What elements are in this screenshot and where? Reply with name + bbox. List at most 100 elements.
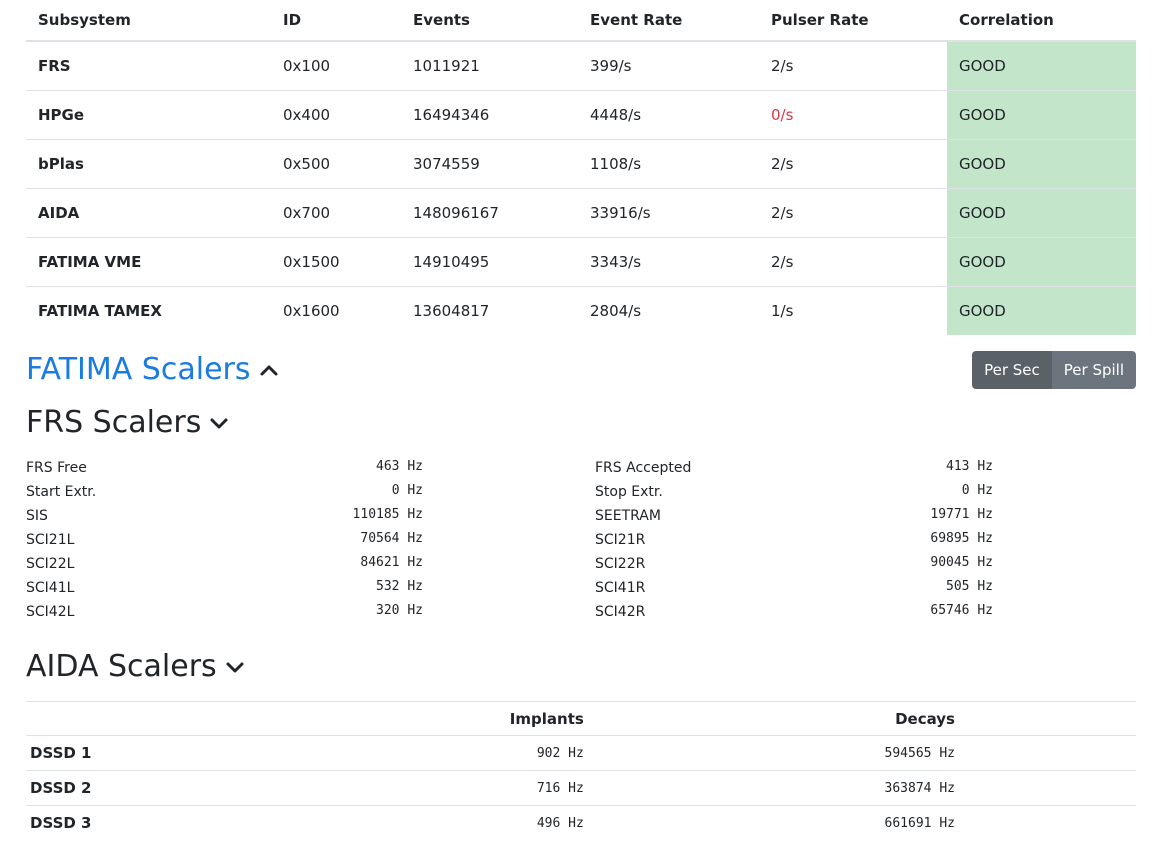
aida-scalers-title: AIDA Scalers: [26, 649, 217, 684]
dssd-name: DSSD 2: [26, 770, 501, 806]
table-row: AIDA 0x700 148096167 33916/s 2/s GOOD: [26, 188, 1136, 238]
subsystem-pulser-rate: 2/s: [759, 237, 947, 287]
table-row: HPGe 0x400 16494346 4448/s 0/s GOOD: [26, 90, 1136, 140]
header-implants: Implants: [500, 702, 588, 736]
subsystem-events: 1011921: [401, 41, 578, 91]
spacer-cell: [958, 770, 1136, 806]
subsystem-events: 148096167: [401, 188, 578, 238]
subsystem-name: HPGe: [26, 90, 271, 140]
scaler-value: 70564 Hz: [360, 531, 423, 546]
subsystem-id: 0x1500: [271, 237, 401, 287]
implants-value: 496 Hz: [536, 815, 584, 831]
chevron-down-icon: [226, 662, 244, 672]
header-id: ID: [271, 0, 401, 42]
scaler-label: SCI22L: [26, 556, 75, 572]
subsystem-pulser-rate: 2/s: [759, 41, 947, 91]
scaler-label: SCI41R: [595, 580, 646, 596]
scaler-value: 65746 Hz: [930, 603, 993, 618]
scaler-label: Start Extr.: [26, 484, 97, 500]
subsystem-name: FATIMA VME: [26, 237, 271, 287]
scaler-row: SCI41L 532 Hz SCI41R 505 Hz: [26, 577, 1136, 601]
subsystem-name: FATIMA TAMEX: [38, 302, 162, 320]
scaler-label: SCI42L: [26, 604, 75, 620]
rate-toggle-group: Per Sec Per Spill: [972, 351, 1136, 389]
scaler-value: 463 Hz: [376, 459, 423, 474]
dssd-name: DSSD 3: [30, 814, 92, 832]
scaler-value: 0 Hz: [391, 483, 423, 498]
scaler-label: Stop Extr.: [595, 484, 663, 500]
subsystem-name: bPlas: [26, 139, 271, 189]
subsystem-name: AIDA: [26, 188, 271, 238]
subsystem-pulser-rate: 2/s: [759, 139, 947, 189]
per-spill-button[interactable]: Per Spill: [1051, 351, 1136, 389]
table-row: DSSD 1 902 Hz 594565 Hz: [26, 735, 1136, 771]
subsystem-event-rate: 2804/s: [590, 302, 642, 320]
subsystems-table: Subsystem ID Events Event Rate Pulser Ra…: [26, 0, 1136, 335]
scaler-label: SIS: [26, 508, 48, 524]
correlation-status: GOOD: [947, 286, 1136, 335]
table-row: FRS 0x100 1011921 399/s 2/s GOOD: [26, 41, 1136, 91]
spacer-cell: [959, 806, 1136, 841]
subsystem-pulser-rate: 0/s: [759, 90, 947, 140]
scaler-label: SEETRAM: [595, 508, 661, 524]
scaler-value: 69895 Hz: [930, 531, 993, 546]
header-pulser-rate: Pulser Rate: [759, 0, 947, 42]
scaler-label: SCI21R: [595, 532, 646, 548]
subsystem-id: 0x1600: [283, 302, 340, 320]
scaler-label: SCI22R: [595, 556, 646, 572]
correlation-status: GOOD: [947, 139, 1136, 189]
subsystem-id: 0x500: [271, 139, 401, 189]
subsystem-pulser-rate: 2/s: [759, 188, 947, 238]
aida-scalers-toggle[interactable]: AIDA Scalers: [26, 649, 245, 684]
scaler-value: 19771 Hz: [930, 507, 993, 522]
aida-scalers-table: Implants Decays DSSD 1 902 Hz 594565 Hz …: [26, 702, 1136, 840]
scaler-label: FRS Accepted: [595, 460, 692, 476]
scaler-value: 0 Hz: [961, 483, 993, 498]
dssd-name: DSSD 1: [26, 735, 501, 771]
implants-value: 716 Hz: [500, 770, 588, 806]
fatima-scalers-title: FATIMA Scalers: [26, 352, 251, 387]
scaler-label: FRS Free: [26, 460, 87, 476]
decays-value: 661691 Hz: [884, 815, 955, 831]
subsystem-events: 16494346: [401, 90, 578, 140]
scaler-value: 90045 Hz: [930, 555, 993, 570]
subsystem-event-rate: 1108/s: [578, 139, 759, 189]
correlation-status: GOOD: [947, 188, 1136, 238]
chevron-up-icon: [260, 365, 277, 375]
header-decays: Decays: [587, 702, 959, 736]
table-row: FATIMA VME 0x1500 14910495 3343/s 2/s GO…: [26, 237, 1136, 287]
subsystem-events: 14910495: [401, 237, 578, 287]
subsystem-event-rate: 4448/s: [578, 90, 759, 140]
header-event-rate: Event Rate: [578, 0, 759, 42]
subsystem-events: 13604817: [413, 302, 490, 320]
table-row: DSSD 2 716 Hz 363874 Hz: [26, 770, 1136, 806]
header-events: Events: [401, 0, 578, 42]
subsystem-name: FRS: [26, 41, 271, 91]
page-content: Subsystem ID Events Event Rate Pulser Ra…: [26, 0, 1136, 832]
scaler-label: SCI41L: [26, 580, 75, 596]
subsystem-id: 0x400: [271, 90, 401, 140]
subsystem-event-rate: 33916/s: [578, 188, 759, 238]
scaler-row: SCI42L 320 Hz SCI42R 65746 Hz: [26, 601, 1136, 625]
table-row: DSSD 3 496 Hz 661691 Hz: [26, 806, 1136, 841]
subsystem-event-rate: 3343/s: [578, 237, 759, 287]
decays-value: 594565 Hz: [587, 735, 959, 771]
fatima-scalers-toggle[interactable]: FATIMA Scalers: [26, 352, 279, 387]
table-row: FATIMA TAMEX 0x1600 13604817 2804/s 1/s …: [26, 286, 1136, 335]
scaler-value: 320 Hz: [376, 603, 423, 618]
scaler-row: Start Extr. 0 Hz Stop Extr. 0 Hz: [26, 481, 1136, 505]
decays-value: 363874 Hz: [587, 770, 959, 806]
scaler-row: SIS 110185 Hz SEETRAM 19771 Hz: [26, 505, 1136, 529]
spacer-cell: [958, 735, 1136, 771]
correlation-status: GOOD: [947, 90, 1136, 140]
table-row: bPlas 0x500 3074559 1108/s 2/s GOOD: [26, 139, 1136, 189]
chevron-down-icon: [210, 418, 228, 428]
implants-value: 902 Hz: [500, 735, 588, 771]
scaler-value: 413 Hz: [946, 459, 993, 474]
per-sec-button[interactable]: Per Sec: [972, 351, 1052, 389]
header-subsystem: Subsystem: [26, 0, 271, 42]
subsystem-id: 0x700: [271, 188, 401, 238]
frs-scalers-toggle[interactable]: FRS Scalers: [26, 405, 229, 440]
scaler-label: SCI21L: [26, 532, 75, 548]
table-header-row: Implants Decays: [26, 702, 1136, 736]
